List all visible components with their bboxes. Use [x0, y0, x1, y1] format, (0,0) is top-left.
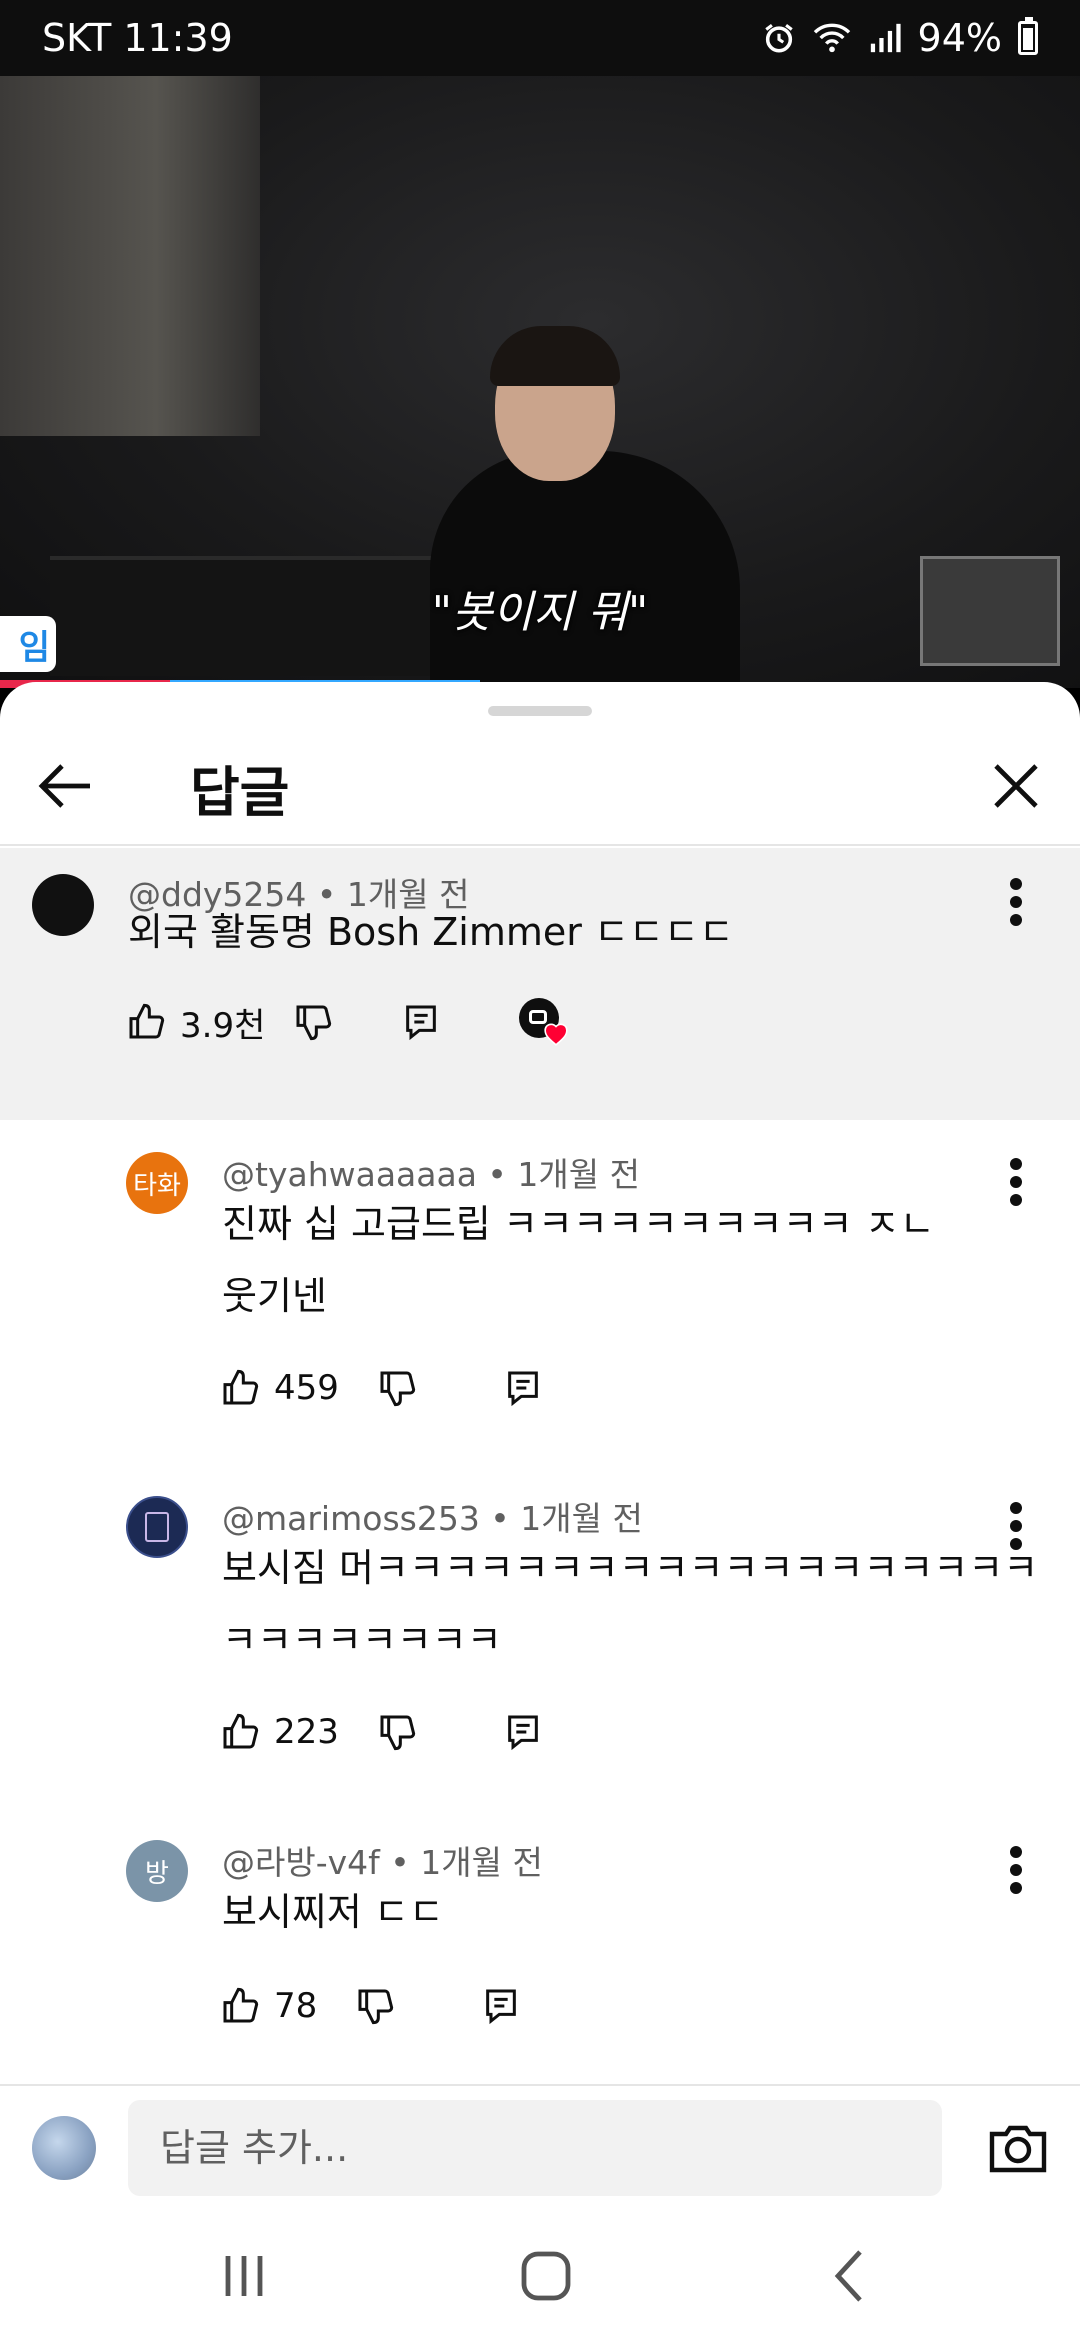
alarm-icon: [764, 24, 793, 53]
close-icon[interactable]: [984, 754, 1048, 818]
avatar-initials: 방: [145, 1858, 169, 1889]
like-count: 3.9천: [180, 1005, 266, 1046]
status-right: 94%: [762, 16, 1038, 60]
avatar[interactable]: [32, 874, 94, 936]
system-nav-bar: [0, 2214, 1080, 2340]
comment-text: 외국 활동명 Bosh Zimmer ㄷㄷㄷㄷ: [128, 910, 734, 954]
like-icon[interactable]: [126, 1002, 166, 1042]
like-count: 459: [274, 1368, 339, 1408]
avatar-image: [145, 1512, 169, 1542]
like-count: 78: [274, 1986, 318, 2026]
comment-actions: 78: [220, 1976, 521, 2036]
camera-icon[interactable]: [986, 2116, 1050, 2180]
reply-icon[interactable]: [481, 1986, 521, 2026]
sheet-header: 답글: [0, 726, 1080, 846]
wifi-icon: [813, 23, 850, 53]
reply-icon[interactable]: [401, 1002, 441, 1042]
parent-comment: @ddy5254 • 1개월 전 외국 활동명 Bosh Zimmer ㄷㄷㄷㄷ…: [0, 848, 1080, 1120]
video-person-body: [430, 451, 740, 688]
dislike-icon[interactable]: [293, 1002, 333, 1042]
reply-icon[interactable]: [503, 1368, 543, 1408]
reply-input-bar: [0, 2084, 1080, 2210]
more-options-icon[interactable]: [996, 872, 1036, 932]
comment-text-line-2: 웃기넨: [222, 1274, 327, 1318]
back-icon[interactable]: [820, 2244, 884, 2308]
recent-apps-icon[interactable]: [212, 2244, 276, 2308]
dislike-icon[interactable]: [377, 1368, 417, 1408]
like-count: 223: [274, 1712, 339, 1752]
more-options-icon[interactable]: [996, 1152, 1036, 1212]
clock: 11:39: [123, 16, 233, 60]
status-left: SKT 11:39: [42, 16, 233, 60]
like-icon[interactable]: [220, 1986, 260, 2026]
replies-sheet: 답글 @ddy5254 • 1개월 전 외국 활동명 Bosh Zimmer ㄷ…: [0, 682, 1080, 2340]
comment-text-line-1: 보시짐 머ㅋㅋㅋㅋㅋㅋㅋㅋㅋㅋㅋㅋㅋㅋㅋㅋㅋㅋㅋ: [222, 1546, 1039, 1590]
heart-icon: [544, 1023, 569, 1046]
back-arrow-icon[interactable]: [34, 754, 98, 818]
status-bar: SKT 11:39 94%: [0, 0, 1080, 76]
like-icon[interactable]: [220, 1368, 260, 1408]
dislike-icon[interactable]: [355, 1986, 395, 2026]
video-overlay-tag: 임: [0, 616, 56, 672]
comment-text-line-1: 진짜 십 고급드립 ㅋㅋㅋㅋㅋㅋㅋㅋㅋㅋ ㅈㄴ: [222, 1202, 935, 1246]
reply-icon[interactable]: [503, 1712, 543, 1752]
avatar[interactable]: [126, 1496, 188, 1558]
comment-actions: 3.9천: [126, 992, 569, 1052]
dislike-icon[interactable]: [377, 1712, 417, 1752]
comment-text: 보시찌저 ㄷㄷ: [222, 1890, 444, 1934]
video-subtitle: "봇이지 뭐": [431, 587, 649, 638]
carrier-label: SKT: [42, 16, 112, 60]
reply-input[interactable]: [128, 2100, 942, 2196]
battery-icon: [1018, 17, 1038, 55]
video-background-wall: [0, 76, 260, 436]
comment-actions: 459: [220, 1358, 543, 1418]
drag-handle[interactable]: [488, 706, 592, 716]
creator-heart-badge: [519, 998, 569, 1046]
more-options-icon[interactable]: [996, 1840, 1036, 1900]
avatar[interactable]: 방: [126, 1840, 188, 1902]
avatar[interactable]: 타화: [126, 1152, 188, 1214]
video-person-hair: [490, 326, 620, 386]
video-player[interactable]: "봇이지 뭐" 임: [0, 76, 1080, 688]
avatar-initials: 타화: [133, 1170, 181, 1201]
sheet-title: 답글: [190, 761, 290, 824]
comment-text-line-2: ㅋㅋㅋㅋㅋㅋㅋㅋ: [222, 1618, 502, 1662]
home-icon[interactable]: [514, 2244, 578, 2308]
signal-icon: [870, 23, 901, 53]
battery-percent: 94%: [917, 16, 1002, 60]
user-avatar[interactable]: [32, 2116, 96, 2180]
like-icon[interactable]: [220, 1712, 260, 1752]
comment-actions: 223: [220, 1702, 543, 1762]
